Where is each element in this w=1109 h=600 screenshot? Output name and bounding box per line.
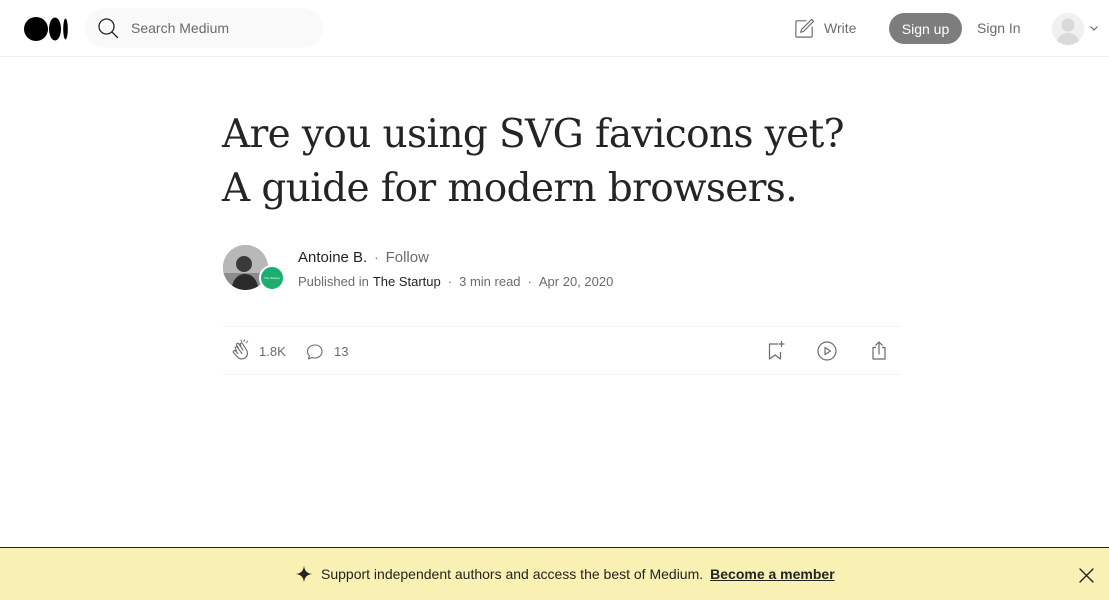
medium-logo-icon[interactable] — [24, 17, 69, 41]
response-count: 13 — [334, 343, 349, 359]
article-meta: Published in The Startup · 3 min read · … — [298, 274, 613, 289]
bookmark-add-icon — [768, 341, 785, 360]
article-action-bar: 1.8K 13 — [223, 326, 902, 375]
chevron-down-icon[interactable] — [1089, 24, 1099, 32]
close-icon[interactable] — [1078, 567, 1095, 584]
author-line: Antoine B. · Follow — [298, 249, 429, 266]
follow-button[interactable]: Follow — [386, 249, 429, 266]
article-title: Are you using SVG favicons yet? A guide … — [222, 112, 845, 211]
play-icon — [817, 341, 837, 361]
separator-dot: · — [527, 274, 532, 289]
share-icon — [872, 341, 886, 360]
search-bar[interactable] — [85, 8, 323, 48]
listen-button[interactable] — [815, 339, 839, 363]
user-silhouette-icon — [1052, 13, 1084, 45]
clap-count: 1.8K — [259, 343, 286, 359]
share-button[interactable] — [867, 339, 891, 363]
become-member-link[interactable]: Become a member — [710, 566, 835, 582]
write-label: Write — [824, 20, 857, 36]
publish-date: Apr 20, 2020 — [538, 274, 614, 289]
membership-banner: Support independent authors and access t… — [0, 547, 1109, 600]
responses-button[interactable]: 13 — [304, 339, 348, 363]
write-button[interactable]: Write — [793, 16, 856, 40]
published-in-label: Published in — [298, 274, 369, 289]
top-nav: Write Sign up Sign In — [0, 0, 1109, 57]
author-name[interactable]: Antoine B. — [298, 249, 367, 266]
clap-button[interactable]: 1.8K — [229, 339, 286, 363]
search-icon — [98, 18, 119, 39]
publication-badge-text: The Startup — [264, 276, 280, 280]
user-avatar[interactable] — [1052, 13, 1084, 45]
separator-dot: · — [374, 250, 379, 265]
write-icon — [795, 18, 815, 38]
signin-link[interactable]: Sign In — [977, 20, 1021, 36]
banner-content: Support independent authors and access t… — [295, 565, 835, 583]
publication-link[interactable]: The Startup — [373, 274, 441, 289]
separator-dot: · — [447, 274, 453, 289]
search-input[interactable] — [131, 18, 311, 38]
signup-button[interactable]: Sign up — [889, 13, 962, 44]
publication-badge[interactable]: The Startup — [259, 265, 285, 291]
save-button[interactable] — [763, 339, 787, 363]
sparkle-icon — [295, 565, 313, 583]
banner-text: Support independent authors and access t… — [321, 566, 704, 582]
read-time: 3 min read — [459, 274, 521, 289]
comment-icon — [306, 344, 323, 360]
clap-icon — [232, 339, 249, 360]
